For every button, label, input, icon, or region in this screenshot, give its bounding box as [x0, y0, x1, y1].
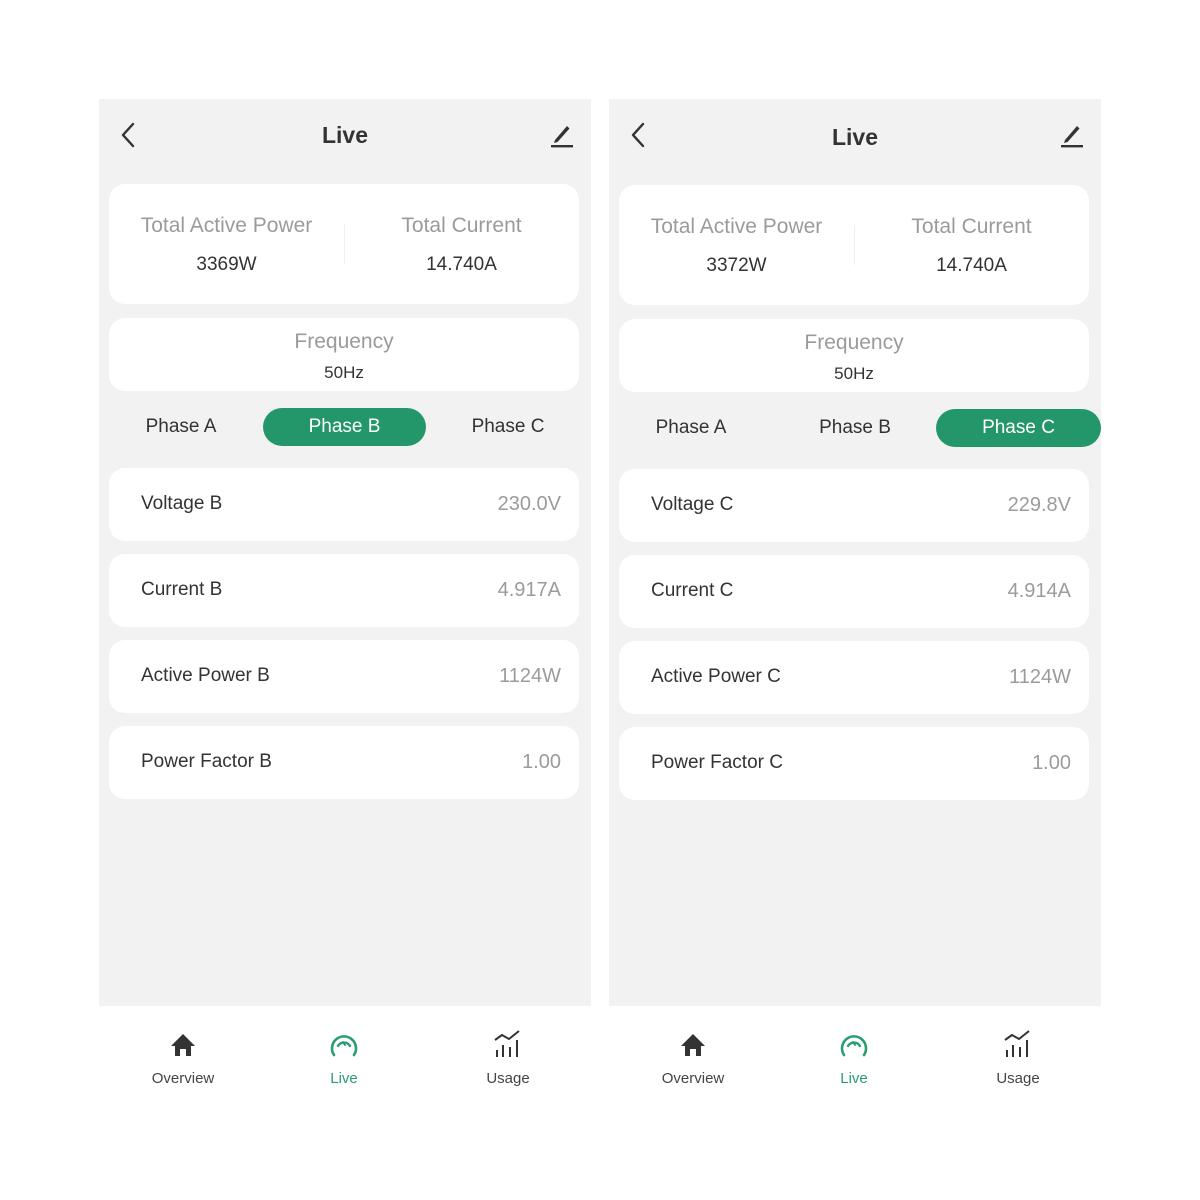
- nav-live[interactable]: Live: [284, 1028, 404, 1087]
- chart-icon: [494, 1030, 520, 1057]
- total-active-power: Total Active Power 3372W: [619, 185, 854, 305]
- row-value: 4.914A: [1007, 580, 1071, 602]
- list-item-active-power: Active Power B 1124W: [109, 640, 579, 713]
- total-active-power-value: 3372W: [706, 255, 767, 276]
- nav-label: Overview: [151, 1070, 215, 1087]
- tab-phase-b[interactable]: Phase B: [263, 408, 426, 446]
- total-current: Total Current 14.740A: [344, 184, 579, 304]
- live-screen-phase-c: Live Total Active Power 3372W Total Curr…: [609, 99, 1101, 1110]
- total-active-power-label: Total Active Power: [650, 215, 823, 238]
- nav-label: Usage: [486, 1070, 530, 1087]
- row-label: Active Power B: [141, 665, 270, 686]
- home-icon: [171, 1034, 195, 1056]
- row-label: Voltage C: [651, 494, 734, 515]
- frequency-value: 50Hz: [834, 364, 874, 383]
- list-item-active-power: Active Power C 1124W: [619, 641, 1089, 714]
- nav-usage[interactable]: Usage: [448, 1028, 568, 1087]
- total-current-label: Total Current: [911, 215, 1032, 238]
- list-item-current: Current C 4.914A: [619, 555, 1089, 628]
- row-label: Voltage B: [141, 493, 223, 514]
- phase-tabs: Phase A Phase B Phase C: [609, 409, 1101, 449]
- bottom-nav: Overview Live Usage: [609, 1006, 1101, 1110]
- tab-phase-c[interactable]: Phase C: [444, 408, 572, 446]
- total-current: Total Current 14.740A: [854, 185, 1089, 305]
- live-screen-phase-b: Live Total Active Power 3369W Total Curr…: [99, 99, 591, 1110]
- list-item-voltage: Voltage C 229.8V: [619, 469, 1089, 542]
- tab-phase-b[interactable]: Phase B: [791, 409, 919, 447]
- frequency-label: Frequency: [804, 331, 904, 354]
- nav-label: Usage: [996, 1070, 1040, 1087]
- bottom-nav: Overview Live Usage: [99, 1006, 591, 1110]
- nav-overview[interactable]: Overview: [123, 1028, 243, 1087]
- total-current-label: Total Current: [401, 214, 522, 237]
- row-value: 230.0V: [497, 493, 561, 515]
- page-title: Live: [831, 124, 879, 150]
- total-active-power-label: Total Active Power: [140, 214, 313, 237]
- pencil-icon: [551, 126, 573, 148]
- total-current-value: 14.740A: [426, 254, 497, 275]
- row-value: 1124W: [499, 665, 561, 687]
- header: Live: [99, 99, 591, 174]
- gauge-icon: [330, 1035, 358, 1057]
- frequency-card: Frequency 50Hz: [619, 319, 1089, 392]
- totals-card: Total Active Power 3369W Total Current 1…: [109, 184, 579, 304]
- edit-button[interactable]: [547, 121, 575, 149]
- frequency-value: 50Hz: [324, 363, 364, 382]
- total-current-value: 14.740A: [936, 255, 1007, 276]
- row-label: Power Factor B: [141, 751, 272, 772]
- row-value: 4.917A: [497, 579, 561, 601]
- row-label: Power Factor C: [651, 752, 783, 773]
- nav-label: Live: [330, 1070, 358, 1087]
- totals-card: Total Active Power 3372W Total Current 1…: [619, 185, 1089, 305]
- row-value: 1124W: [1009, 666, 1071, 688]
- phase-tabs: Phase A Phase B Phase C: [99, 408, 591, 448]
- frequency-label: Frequency: [294, 330, 394, 353]
- frequency-card: Frequency 50Hz: [109, 318, 579, 391]
- tab-phase-c[interactable]: Phase C: [936, 409, 1101, 447]
- row-label: Current B: [141, 579, 223, 600]
- tab-phase-a[interactable]: Phase A: [117, 408, 245, 446]
- page-title: Live: [321, 122, 369, 148]
- nav-overview[interactable]: Overview: [633, 1028, 753, 1087]
- tab-phase-a[interactable]: Phase A: [627, 409, 755, 447]
- gauge-icon: [840, 1035, 868, 1057]
- nav-live[interactable]: Live: [794, 1028, 914, 1087]
- nav-label: Live: [840, 1070, 868, 1087]
- row-value: 1.00: [1032, 752, 1071, 774]
- row-label: Active Power C: [651, 666, 781, 687]
- list-item-power-factor: Power Factor C 1.00: [619, 727, 1089, 800]
- row-value: 1.00: [522, 751, 561, 773]
- nav-label: Overview: [661, 1070, 725, 1087]
- list-item-voltage: Voltage B 230.0V: [109, 468, 579, 541]
- total-active-power: Total Active Power 3369W: [109, 184, 344, 304]
- list-item-current: Current B 4.917A: [109, 554, 579, 627]
- content-area: Live Total Active Power 3372W Total Curr…: [609, 99, 1101, 1006]
- home-icon: [681, 1034, 705, 1056]
- row-value: 229.8V: [1007, 494, 1071, 516]
- nav-usage[interactable]: Usage: [958, 1028, 1078, 1087]
- content-area: Live Total Active Power 3369W Total Curr…: [99, 99, 591, 1006]
- total-active-power-value: 3369W: [196, 254, 257, 275]
- list-item-power-factor: Power Factor B 1.00: [109, 726, 579, 799]
- pencil-icon: [1061, 126, 1083, 148]
- row-label: Current C: [651, 580, 734, 601]
- header: Live: [609, 99, 1101, 174]
- chart-icon: [1004, 1030, 1030, 1057]
- edit-button[interactable]: [1057, 121, 1085, 149]
